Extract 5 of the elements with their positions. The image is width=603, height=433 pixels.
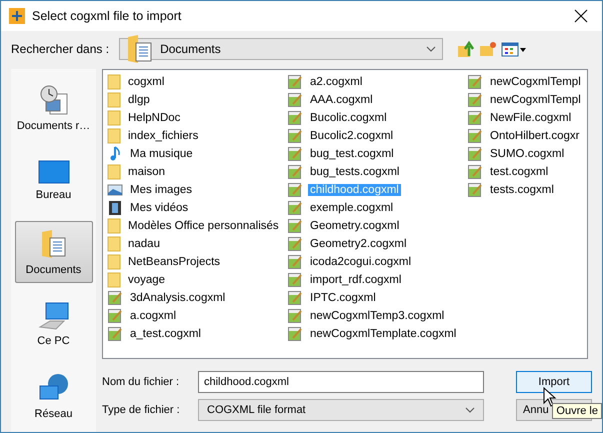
tooltip: Ouvre le: [552, 403, 602, 419]
look-in-label: Rechercher dans :: [11, 42, 110, 56]
file-type-label: Type de fichier :: [102, 404, 181, 416]
file-name-label: Nom du fichier :: [102, 376, 180, 388]
window-title: Select cogxml file to import: [32, 9, 182, 23]
